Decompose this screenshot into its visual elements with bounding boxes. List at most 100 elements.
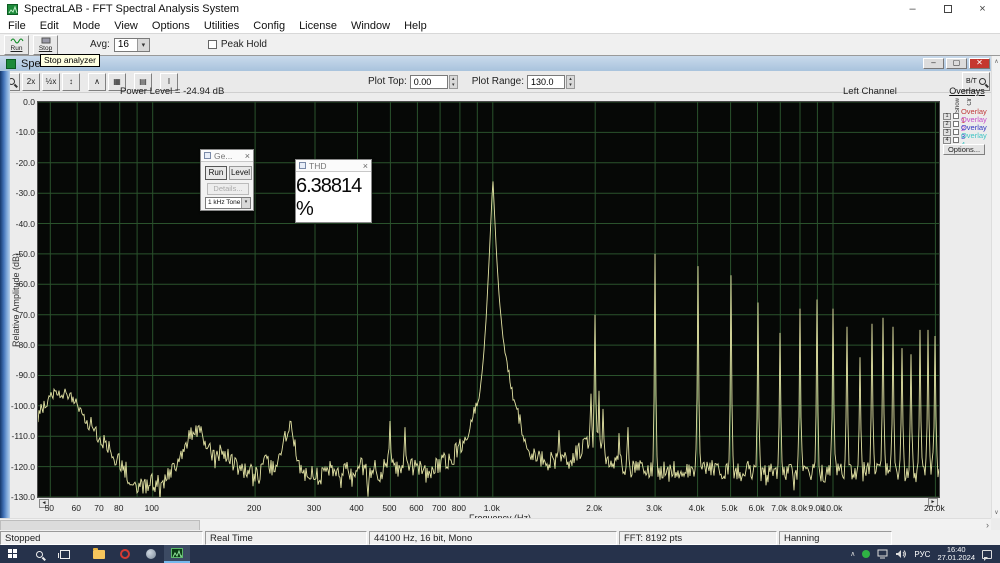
tray-expand-icon[interactable]: ∧ [850,550,855,558]
generator-close-icon[interactable]: × [245,151,250,161]
spectrum-window: Spectrum – ▢ ✕ 2x½x↕∧▦▤IPlot Top: 0.00 ▴… [0,55,1000,531]
action-center-icon[interactable] [982,549,992,561]
menu-help[interactable]: Help [404,20,427,32]
opera-button[interactable] [112,545,138,563]
overlay-rows: 1Overlay 12Overlay 23Overlay 34Overlay 4 [941,107,993,149]
overlay-checkbox[interactable] [952,137,959,143]
spectrum-minimize-button[interactable]: – [923,58,944,69]
plot-range-spinner[interactable]: ▴ ▾ [566,74,575,89]
generator-run-button[interactable]: Run [205,166,227,180]
spectralab-taskbar-button[interactable] [164,545,190,563]
stop-analyzer-tooltip: Stop analyzer [40,54,100,67]
chevron-down-icon[interactable]: ▾ [136,38,149,51]
screen: { "window": { "title": "SpectraLAB - FFT… [0,0,1000,563]
overlay-number-button[interactable]: 1 [943,112,951,120]
menu-license[interactable]: License [299,20,337,32]
plot-range-input[interactable]: 130.0 [527,74,565,89]
browser-button[interactable] [138,545,164,563]
vertical-scrollbar[interactable]: ∧ ∨ [991,56,1000,518]
x-tick-label: 20.0k [923,503,945,513]
menu-utilities[interactable]: Utilities [204,20,239,32]
scroll-up-icon[interactable]: ∧ [992,58,1000,65]
menu-window[interactable]: Window [351,20,390,32]
minimize-button[interactable]: – [895,0,930,18]
antivirus-tray-icon[interactable] [862,550,871,558]
overlay-checkbox[interactable] [952,113,959,119]
folder-icon [93,547,105,559]
menu-file[interactable]: File [8,20,26,32]
peak-cursor-button[interactable]: ∧ [88,72,106,91]
y-tick-label: -90.0 [15,370,35,381]
x-tick-label: 10.0k [821,503,843,513]
menu-edit[interactable]: Edit [40,20,59,32]
spectrum-restore-button[interactable]: ▢ [946,58,967,69]
network-icon[interactable] [877,549,888,559]
overlay-checkbox[interactable] [952,121,959,127]
generator-title-bar[interactable]: Ge... × [201,150,253,162]
file-explorer-button[interactable] [86,545,112,563]
zoom-out-2x-button[interactable]: ½x [42,72,60,91]
window-title: SpectraLAB - FFT Spectral Analysis Syste… [24,3,239,15]
y-tick-label: -10.0 [15,127,35,138]
thd-dialog: THD × 6.38814 % [295,159,372,223]
run-button[interactable]: Run [4,34,29,55]
generator-signal-combo[interactable]: 1 kHz Tone ▾ [205,197,251,209]
spectrum-title-bar[interactable]: Spectrum – ▢ ✕ [0,56,1000,71]
x-tick-label: 300 [306,503,322,513]
scroll-down-icon[interactable]: ∨ [992,509,1000,516]
overlays-panel: Overlays Show Clr 1 Overlay 1 2 Overlay 23O… [941,86,993,155]
thd-icon [299,162,306,169]
start-button[interactable] [0,545,26,563]
spectralab-icon [171,548,183,558]
overlay-number-button[interactable]: 3 [943,128,951,136]
stop-button[interactable]: Stop [33,34,58,55]
speaker-icon[interactable] [895,549,907,559]
scroll-right-icon[interactable]: › [986,520,989,530]
overlay-checkbox[interactable] [952,129,959,135]
overlay-number-button[interactable]: 2 [943,120,951,128]
generator-details-button[interactable]: Details... [207,183,249,195]
x-tick-label: 100 [144,503,159,513]
status-cell: Real Time [205,531,367,545]
overlay-number-button[interactable]: 4 [943,136,951,144]
menu-mode[interactable]: Mode [73,20,101,32]
thd-title: THD [309,160,327,171]
zoom-in-2x-button[interactable]: 2x [22,72,40,91]
magnifier-icon [978,78,986,85]
menu-bar: File Edit Mode View Options Utilities Config Li… [0,18,1000,33]
close-button[interactable]: × [965,0,1000,18]
thd-close-icon[interactable]: × [363,161,368,171]
status-cell: Hanning [779,531,892,545]
menu-config[interactable]: Config [253,20,285,32]
globe-icon [146,549,156,559]
spectrum-icon [6,58,16,69]
y-tick-label: -130.0 [10,492,35,502]
x-tick-label: 2.0k [586,503,603,513]
plot-top-spinner[interactable]: ▴ ▾ [448,74,458,89]
plot-top-label: Plot Top: [368,76,407,87]
overlays-options-button[interactable]: Options... [943,144,985,155]
avg-combo[interactable]: 16 ▾ [113,37,150,52]
maximize-button[interactable] [930,0,965,18]
spectrum-close-button[interactable]: ✕ [969,58,990,69]
overlays-header: Overlays [949,86,985,96]
window-left-border [0,71,10,518]
taskbar-search-button[interactable] [26,545,52,563]
plot-top-input[interactable]: 0.00 [409,74,448,89]
spectrum-plot[interactable] [37,101,940,498]
chevron-down-icon[interactable]: ▾ [241,198,250,208]
main-toolbar: Run Stop Avg: 16 ▾ Peak Hold [0,33,1000,55]
menu-options[interactable]: Options [152,20,190,32]
x-tick-label: 400 [349,503,364,513]
task-view-button[interactable] [52,545,78,563]
thd-title-bar[interactable]: THD × [296,160,371,172]
zoom-full-button[interactable]: ↕ [62,72,80,91]
thd-value: 6.38814 % [296,175,362,220]
generator-level-button[interactable]: Level [229,166,252,180]
menu-view[interactable]: View [114,20,138,32]
y-tick-label: -70.0 [15,309,35,320]
status-cell: Stopped [0,531,203,545]
tray-clock[interactable]: 16:40 27.01.2024 [937,546,975,562]
peak-hold-checkbox[interactable] [207,40,217,49]
keyboard-layout[interactable]: РУС [914,550,930,559]
